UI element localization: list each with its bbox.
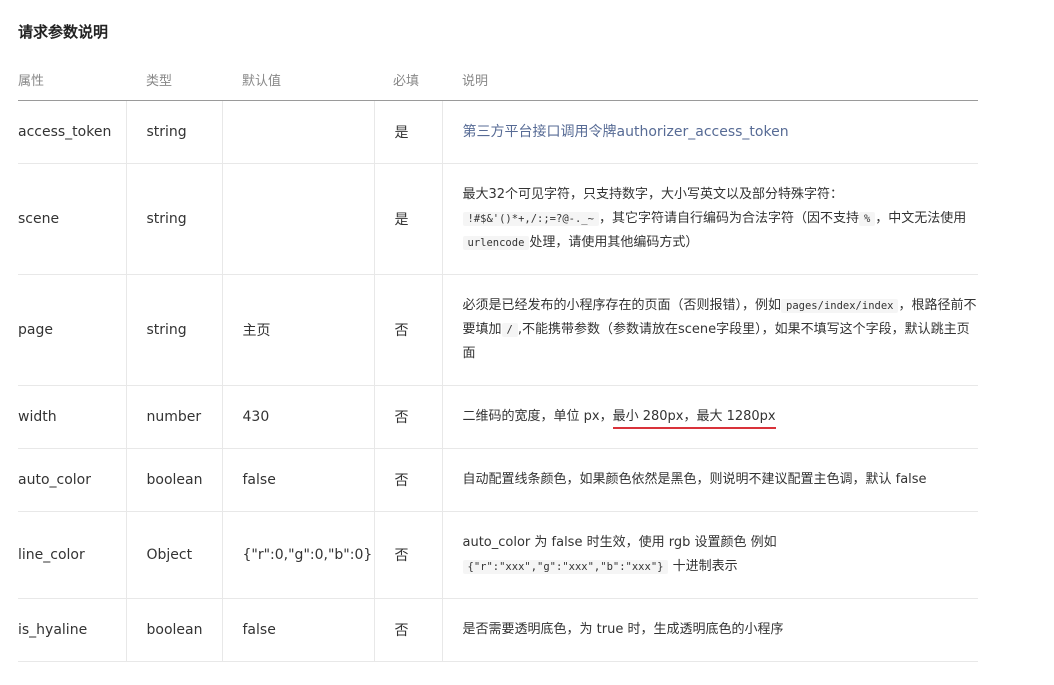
param-type: string xyxy=(125,100,222,164)
desc-text: auto_color 为 false 时生效，使用 rgb 设置颜色 例如 xyxy=(462,535,777,550)
param-description: 是否需要透明底色，为 true 时，生成透明底色的小程序 xyxy=(441,598,978,662)
param-type: string xyxy=(125,163,222,275)
param-name: width xyxy=(18,385,126,449)
desc-text: ，中文无法使用 xyxy=(875,211,967,226)
param-type: boolean xyxy=(125,448,222,512)
param-name: page xyxy=(18,274,126,386)
param-default xyxy=(221,100,374,164)
table-row: line_color Object {"r":0,"g":0,"b":0} 否 … xyxy=(18,511,978,599)
param-default: false xyxy=(221,598,374,662)
param-required: 否 xyxy=(373,598,442,662)
param-description: 必须是已经发布的小程序存在的页面（否则报错），例如 pages/index/ind… xyxy=(441,274,978,386)
inline-code: / xyxy=(501,323,518,337)
section-title: 请求参数说明 xyxy=(18,23,109,41)
desc-text: 二维码的宽度，单位 px， xyxy=(462,409,613,424)
desc-text: 十进制表示 xyxy=(672,559,738,574)
param-name: auto_color xyxy=(18,448,126,512)
param-required: 否 xyxy=(373,385,442,449)
param-required: 否 xyxy=(373,448,442,512)
param-type: Object xyxy=(125,511,222,599)
table-row: page string 主页 否 必须是已经发布的小程序存在的页面（否则报错），… xyxy=(18,274,978,386)
param-description: auto_color 为 false 时生效，使用 rgb 设置颜色 例如 {"r… xyxy=(441,511,978,599)
param-name: is_hyaline xyxy=(18,598,126,662)
param-description: 第三方平台接口调用令牌authorizer_access_token xyxy=(441,100,978,164)
param-name: scene xyxy=(18,163,126,275)
desc-text: 是否需要透明底色，为 true 时，生成透明底色的小程序 xyxy=(462,622,784,637)
params-table: 属性 类型 默认值 必填 说明 access_token string 是 第三… xyxy=(18,58,978,662)
inline-code: pages/index/index xyxy=(781,299,899,313)
param-required: 否 xyxy=(373,274,442,386)
desc-text: 处理，请使用其他编码方式） xyxy=(529,235,699,250)
param-description: 二维码的宽度，单位 px，最小 280px，最大 1280px xyxy=(441,385,978,449)
param-required: 否 xyxy=(373,511,442,599)
table-header-row: 属性 类型 默认值 必填 说明 xyxy=(18,58,978,101)
desc-text: ，其它字符请自行编码为合法字符（因不支持 xyxy=(598,211,859,226)
desc-text: 自动配置线条颜色，如果颜色依然是黑色，则说明不建议配置主色调，默认 false xyxy=(462,472,927,487)
table-row: auto_color boolean false 否 自动配置线条颜色，如果颜色… xyxy=(18,448,978,512)
param-name: line_color xyxy=(18,511,126,599)
param-description: 最大32个可见字符，只支持数字，大小写英文以及部分特殊字符： !#$&'()*+,… xyxy=(441,163,978,275)
desc-text: ,不能携带参数（参数请放在scene字段里），如果不填写这个字段，默认跳主页面 xyxy=(462,322,970,361)
column-header-required: 必填 xyxy=(374,58,442,101)
table-row: is_hyaline boolean false 否 是否需要透明底色，为 tr… xyxy=(18,598,978,662)
desc-text: 最大32个可见字符，只支持数字，大小写英文以及部分特殊字符： xyxy=(462,187,844,202)
param-description: 自动配置线条颜色，如果颜色依然是黑色，则说明不建议配置主色调，默认 false xyxy=(441,448,978,512)
table-row: access_token string 是 第三方平台接口调用令牌authori… xyxy=(18,100,978,164)
param-required: 是 xyxy=(373,163,442,275)
param-name: access_token xyxy=(18,100,126,164)
inline-code: urlencode xyxy=(462,236,530,250)
param-default: 主页 xyxy=(221,274,374,386)
param-required: 是 xyxy=(373,100,442,164)
table-row: scene string 是 最大32个可见字符，只支持数字，大小写英文以及部分… xyxy=(18,163,978,275)
param-type: number xyxy=(125,385,222,449)
param-type: string xyxy=(125,274,222,386)
param-default: {"r":0,"g":0,"b":0} xyxy=(221,511,374,599)
param-default xyxy=(221,163,374,275)
param-default: 430 xyxy=(221,385,374,449)
desc-text: 必须是已经发布的小程序存在的页面（否则报错），例如 xyxy=(462,298,782,313)
highlighted-range-text: 最小 280px，最大 1280px xyxy=(612,409,776,429)
column-header-description: 说明 xyxy=(442,58,978,101)
column-header-attribute: 属性 xyxy=(18,58,126,101)
inline-code: % xyxy=(858,212,876,226)
column-header-type: 类型 xyxy=(126,58,222,101)
table-row: width number 430 否 二维码的宽度，单位 px，最小 280px… xyxy=(18,385,978,449)
param-default: false xyxy=(221,448,374,512)
param-type: boolean xyxy=(125,598,222,662)
param-description-text: 第三方平台接口调用令牌authorizer_access_token xyxy=(462,123,789,140)
inline-code: !#$&'()*+,/:;=?@-._~ xyxy=(462,212,599,226)
column-header-default: 默认值 xyxy=(222,58,374,101)
inline-code: {"r":"xxx","g":"xxx","b":"xxx"} xyxy=(462,560,669,574)
